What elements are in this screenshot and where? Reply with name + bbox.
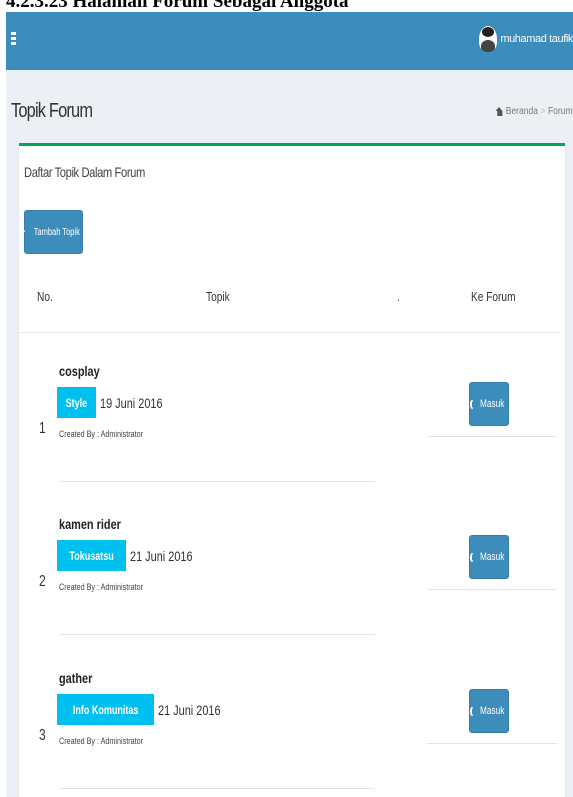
document-caption: 4.2.3.23 Halaman Forum Sebagai Anggota bbox=[6, 0, 349, 11]
sign-in-icon bbox=[469, 706, 474, 716]
topic-name: kamen rider bbox=[59, 516, 121, 532]
table-row: 1 cosplay Style 19 Juni 2016 Created By … bbox=[19, 344, 565, 494]
forum-cell-divider bbox=[427, 589, 557, 590]
topic-list-box: Daftar Topik Dalam Forum + Tambah Topik … bbox=[19, 143, 565, 797]
category-badge: Style bbox=[57, 387, 96, 418]
row-divider bbox=[59, 481, 375, 482]
header-divider bbox=[19, 332, 560, 333]
category-badge: Tokusatsu bbox=[57, 540, 127, 571]
topic-name: gather bbox=[59, 670, 93, 686]
plus-icon: + bbox=[19, 226, 26, 238]
row-number: 2 bbox=[39, 573, 46, 590]
enter-forum-button[interactable]: Masuk bbox=[469, 382, 509, 426]
topic-creator: Created By : Administrator bbox=[59, 429, 144, 439]
column-header-blank: . bbox=[397, 289, 400, 304]
box-title: Daftar Topik Dalam Forum bbox=[24, 164, 145, 180]
breadcrumb: Beranda > Forum bbox=[496, 106, 573, 117]
breadcrumb-home[interactable]: Beranda bbox=[506, 106, 538, 117]
app-window: muhamad taufik Topik Forum Beranda > For… bbox=[6, 12, 573, 797]
row-divider bbox=[59, 788, 375, 789]
column-header-forum: Ke Forum bbox=[471, 289, 516, 304]
enter-forum-button[interactable]: Masuk bbox=[469, 535, 509, 579]
user-name: muhamad taufik bbox=[500, 33, 573, 45]
avatar bbox=[479, 26, 498, 52]
add-topic-label: Tambah Topik bbox=[34, 226, 81, 238]
top-navbar: muhamad taufik bbox=[6, 12, 573, 70]
topic-meta: Tokusatsu 21 Juni 2016 bbox=[57, 540, 210, 571]
column-header-no: No. bbox=[37, 289, 53, 304]
breadcrumb-forum: Forum bbox=[548, 106, 573, 117]
user-menu[interactable]: muhamad taufik bbox=[479, 26, 573, 52]
add-topic-button[interactable]: + Tambah Topik bbox=[19, 210, 83, 254]
forum-cell-divider bbox=[427, 436, 557, 437]
topic-date: 21 Juni 2016 bbox=[130, 547, 193, 564]
page-title: Topik Forum bbox=[11, 100, 93, 122]
table-row: 2 kamen rider Tokusatsu 21 Juni 2016 Cre… bbox=[19, 497, 565, 647]
topic-date: 19 Juni 2016 bbox=[99, 394, 163, 411]
topic-name: cosplay bbox=[59, 363, 100, 379]
content-header: Topik Forum Beranda > Forum bbox=[6, 70, 573, 142]
column-header-topic: Topik bbox=[206, 289, 230, 304]
forum-cell-divider bbox=[427, 743, 557, 744]
topic-meta: Style 19 Juni 2016 bbox=[57, 387, 180, 418]
row-number: 1 bbox=[39, 420, 46, 437]
home-icon bbox=[496, 107, 504, 116]
category-badge: Info Komunitas bbox=[57, 694, 155, 725]
table-row: 3 gather Info Komunitas 21 Juni 2016 Cre… bbox=[19, 651, 565, 797]
topic-creator: Created By : Administrator bbox=[59, 736, 144, 746]
breadcrumb-separator: > bbox=[540, 106, 546, 117]
menu-icon[interactable] bbox=[11, 32, 25, 48]
row-divider bbox=[59, 634, 375, 635]
row-number: 3 bbox=[39, 727, 46, 744]
enter-forum-button[interactable]: Masuk bbox=[469, 689, 509, 733]
topic-creator: Created By : Administrator bbox=[59, 582, 144, 592]
sign-in-icon bbox=[469, 399, 474, 409]
sign-in-icon bbox=[469, 552, 474, 562]
topic-meta: Info Komunitas 21 Juni 2016 bbox=[57, 694, 239, 725]
topic-date: 21 Juni 2016 bbox=[158, 701, 221, 718]
